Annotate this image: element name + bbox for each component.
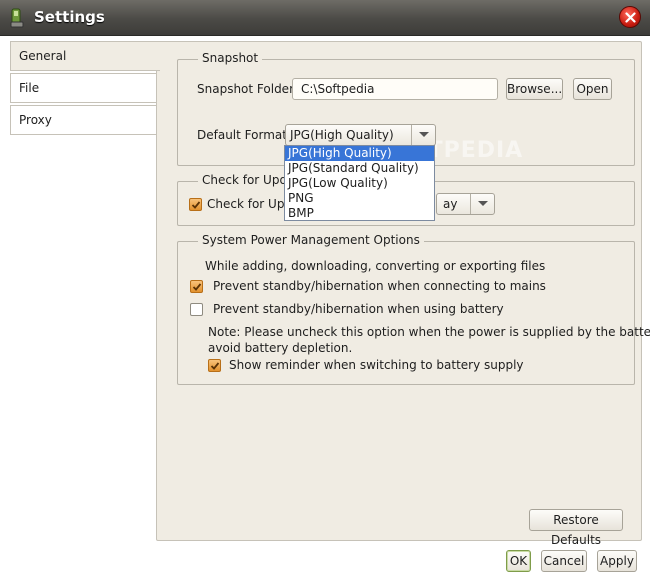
update-frequency-select[interactable]: ay xyxy=(436,193,495,215)
snapshot-folder-value: C:\Softpedia xyxy=(301,82,375,96)
chevron-down-icon xyxy=(419,132,429,137)
battery-note-line-2: avoid battery depletion. xyxy=(208,341,353,355)
format-option-png[interactable]: PNG xyxy=(285,191,434,206)
snapshot-group-title: Snapshot xyxy=(198,51,263,65)
default-format-dropdown-list: JPG(High Quality) JPG(Standard Quality) … xyxy=(284,145,435,221)
prevent-mains-label: Prevent standby/hibernation when connect… xyxy=(213,279,546,293)
update-frequency-arrow[interactable] xyxy=(470,194,494,214)
format-option-bmp[interactable]: BMP xyxy=(285,206,434,221)
prevent-battery-label: Prevent standby/hibernation when using b… xyxy=(213,302,504,316)
apply-button[interactable]: Apply xyxy=(597,550,637,572)
default-format-label: Default Format: xyxy=(197,128,291,142)
snapshot-folder-label: Snapshot Folder: xyxy=(197,82,298,96)
power-intro-text: While adding, downloading, converting or… xyxy=(205,259,546,273)
close-button[interactable] xyxy=(619,6,641,28)
checkmark-icon xyxy=(192,283,202,291)
browse-button[interactable]: Browse... xyxy=(506,78,563,100)
battery-note-line-1: Note: Please uncheck this option when th… xyxy=(208,325,650,339)
format-option-jpg-standard[interactable]: JPG(Standard Quality) xyxy=(285,161,434,176)
tab-general[interactable]: General xyxy=(10,41,160,71)
app-icon xyxy=(10,8,24,28)
dialog-body: General File Proxy SOFTPEDIA Snapshot Sn… xyxy=(0,37,650,580)
power-group: System Power Management Options While ad… xyxy=(177,233,650,385)
tab-general-label: General xyxy=(19,49,67,63)
power-group-title: System Power Management Options xyxy=(198,233,424,247)
prevent-mains-checkbox[interactable] xyxy=(190,280,203,293)
window-title: Settings xyxy=(34,8,105,26)
cancel-button[interactable]: Cancel xyxy=(541,550,587,572)
format-option-jpg-high[interactable]: JPG(High Quality) xyxy=(285,146,434,161)
tab-proxy[interactable]: Proxy xyxy=(10,105,157,135)
ok-button[interactable]: OK xyxy=(506,550,531,572)
prevent-battery-checkbox[interactable] xyxy=(190,303,203,316)
check-updates-checkbox[interactable] xyxy=(189,198,202,211)
update-frequency-value: ay xyxy=(443,197,458,211)
title-bar: Settings xyxy=(0,0,650,36)
format-option-jpg-low[interactable]: JPG(Low Quality) xyxy=(285,176,434,191)
default-format-value: JPG(High Quality) xyxy=(290,128,394,142)
checkmark-icon xyxy=(191,201,201,209)
close-icon xyxy=(625,12,636,23)
chevron-down-icon xyxy=(478,201,488,206)
tab-file[interactable]: File xyxy=(10,73,157,103)
open-button[interactable]: Open xyxy=(573,78,612,100)
tab-proxy-label: Proxy xyxy=(19,113,52,127)
checkmark-icon xyxy=(210,362,220,370)
tab-file-label: File xyxy=(19,81,40,95)
battery-reminder-checkbox[interactable] xyxy=(208,359,221,372)
restore-defaults-button[interactable]: Restore Defaults xyxy=(529,509,623,547)
general-panel: SOFTPEDIA Snapshot Snapshot Folder: C:\S… xyxy=(156,41,650,547)
default-format-select[interactable]: JPG(High Quality) xyxy=(285,124,436,146)
battery-reminder-label: Show reminder when switching to battery … xyxy=(229,358,524,372)
default-format-arrow[interactable] xyxy=(411,125,435,145)
snapshot-folder-input[interactable]: C:\Softpedia xyxy=(292,78,498,100)
